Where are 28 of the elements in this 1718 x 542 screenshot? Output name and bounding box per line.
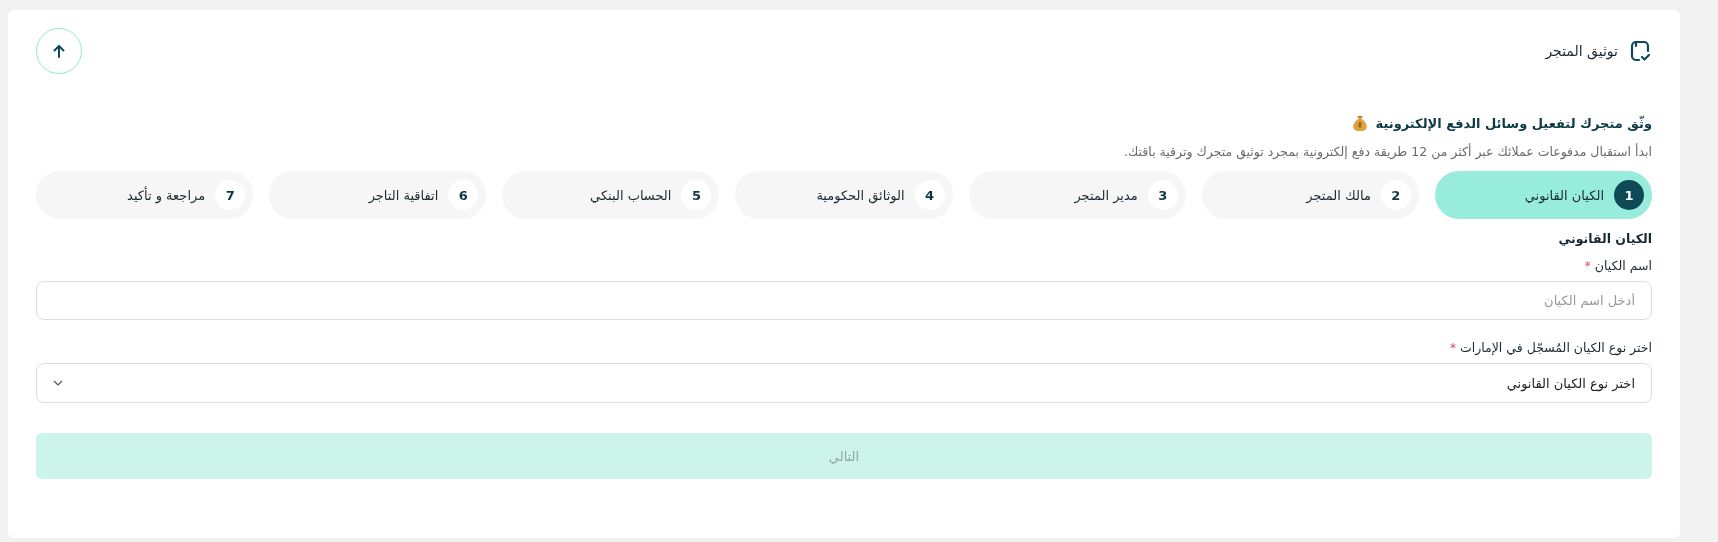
step-label: الحساب البنكي (590, 187, 672, 203)
step-number: 4 (914, 180, 945, 210)
step-number: 7 (215, 180, 246, 210)
step-label: اتفاقية التاجر (368, 187, 439, 203)
section-title: الكيان القانوني (1557, 231, 1652, 246)
field-label: اسم الكيان (1594, 258, 1652, 273)
step-number: 3 (1147, 180, 1178, 210)
required-mark: * (1584, 258, 1591, 273)
required-mark: * (1449, 340, 1456, 355)
document-check-icon (1628, 39, 1652, 63)
page-title: توثيق المتجر (1545, 43, 1618, 59)
field-label: اختر نوع الكيان المُسجّل في الإمارات (1459, 340, 1652, 355)
scroll-up-button[interactable] (36, 28, 82, 74)
step-label: الكيان القانوني (1524, 187, 1604, 203)
step-label: الوثائق الحكومية (816, 187, 905, 203)
step-label: مالك المتجر (1306, 187, 1371, 203)
select-field[interactable]: اختر نوع الكيان القانوني (36, 363, 1652, 403)
step-label: مدير المتجر (1074, 187, 1138, 203)
step-label: مراجعة و تأكيد (127, 187, 206, 203)
step-number: 5 (681, 180, 712, 210)
step-number: 2 (1380, 180, 1411, 210)
chevron-down-icon (53, 380, 63, 386)
subtitle: ابدأ استقبال مدفوعات عملائك عبر أكثر من 12 طريقة دفع إلكترونية بمجرد توثيق متجرك وترقية باقتك. (1123, 144, 1652, 159)
step-number: 1 (1614, 180, 1644, 210)
arrow-up-icon (53, 44, 65, 58)
step-number: 6 (448, 180, 479, 210)
money-bag-icon (1351, 114, 1368, 132)
heading: وثّق متجرك لتفعيل وسائل الدفع الإلكترونية (1375, 115, 1652, 131)
